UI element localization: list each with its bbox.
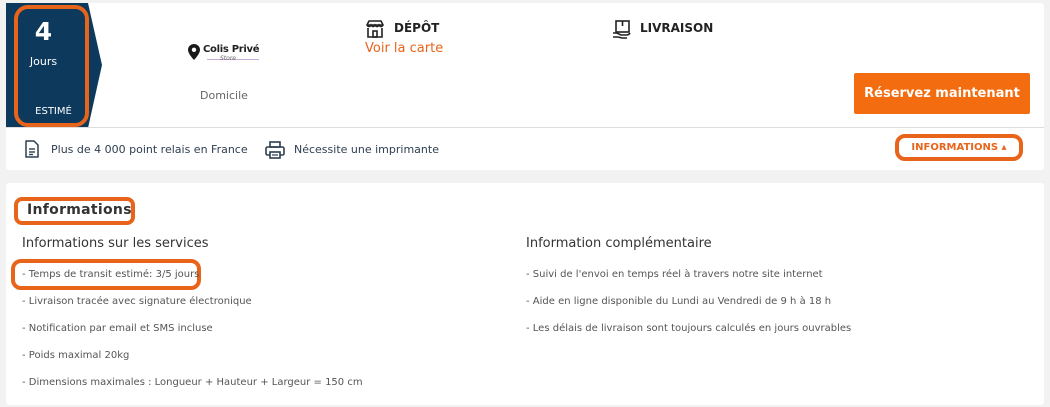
service-type: Domicile [200, 89, 248, 102]
view-map-link[interactable]: Voir la carte [365, 41, 443, 56]
service-item-weight: - Poids maximal 20kg [22, 350, 130, 361]
delivery-estimate-label: ESTIMÉ [35, 106, 72, 117]
delivery-box-icon [613, 20, 631, 39]
service-item-dimensions: - Dimensions maximales : Longueur + Haut… [22, 377, 363, 388]
store-icon [366, 20, 384, 38]
delivery-days: 4 [34, 17, 53, 46]
document-icon [25, 140, 39, 158]
complementary-item-tracking: - Suivi de l'envoi en temps réel à trave… [526, 269, 823, 280]
delivery-estimate-badge: 4 Jours ESTIMÉ [6, 3, 106, 128]
delivery-days-unit: Jours [29, 55, 58, 68]
informations-toggle-button[interactable]: INFORMATIONS ▴ [895, 134, 1023, 161]
services-title: Informations sur les services [22, 236, 209, 251]
card-divider [6, 127, 1044, 128]
carrier-logo-name: Colis Privé [203, 44, 260, 55]
informations-heading: Informations [27, 202, 132, 218]
informations-panel: Informations Informations sur les servic… [6, 183, 1044, 405]
carrier-logo: Colis Privé Store [188, 44, 268, 66]
service-item-transit: - Temps de transit estimé: 3/5 jours [22, 269, 200, 280]
reserve-button[interactable]: Réservez maintenant [854, 73, 1030, 114]
shipping-offer-card: 4 Jours ESTIMÉ Colis Privé Store Domicil… [6, 3, 1044, 170]
depot-title: DÉPÔT [394, 21, 440, 35]
service-item-notification: - Notification par email et SMS incluse [22, 323, 213, 334]
location-pin-icon [188, 44, 200, 60]
complementary-item-support: - Aide en ligne disponible du Lundi au V… [526, 296, 832, 307]
printer-icon [265, 141, 285, 159]
livraison-title: LIVRAISON [640, 21, 714, 35]
complementary-title: Information complémentaire [526, 236, 712, 251]
carrier-logo-sub: Store [220, 55, 236, 62]
service-item-tracking: - Livraison tracée avec signature électr… [22, 296, 252, 307]
complementary-item-business-days: - Les délais de livraison sont toujours … [526, 323, 852, 334]
feature-relay-points-label: Plus de 4 000 point relais en France [51, 143, 248, 156]
informations-heading-highlight: Informations [14, 197, 135, 225]
feature-printer-label: Nécessite une imprimante [294, 143, 439, 156]
